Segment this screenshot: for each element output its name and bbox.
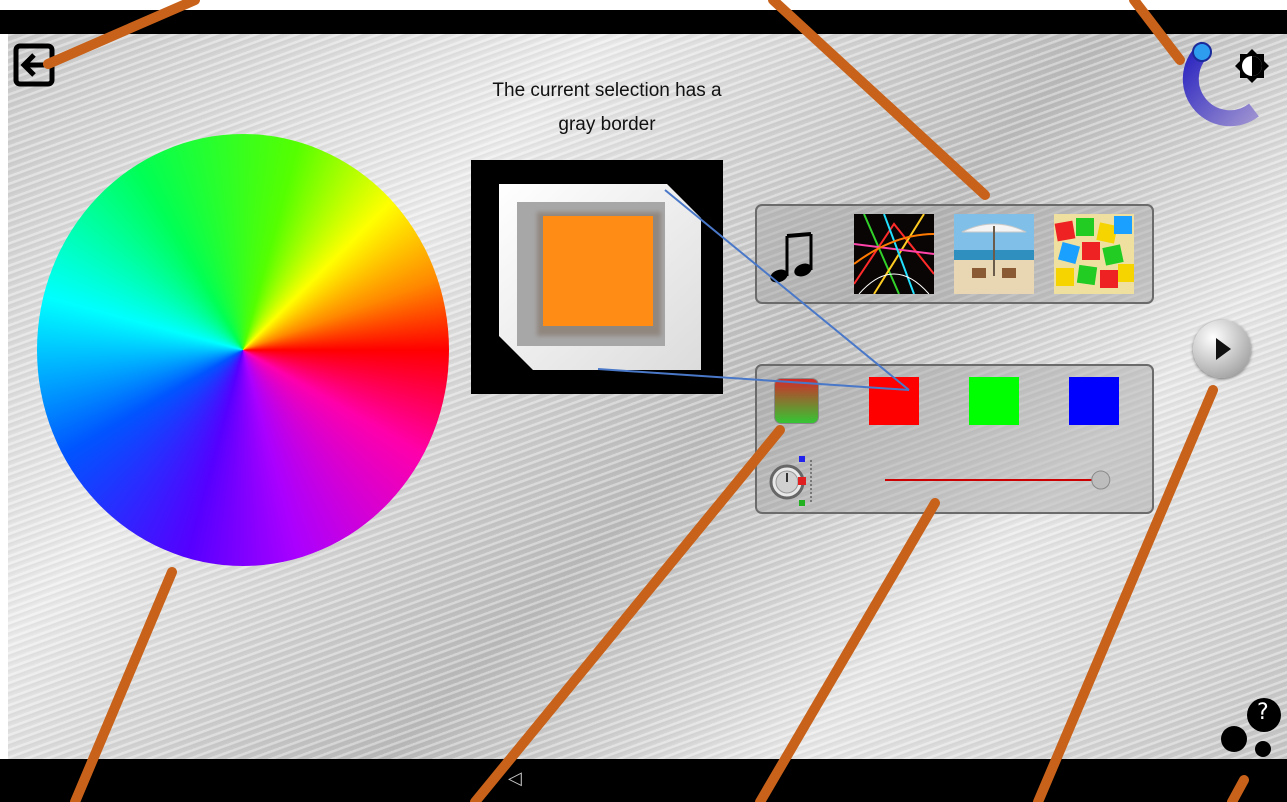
music-button[interactable] — [765, 224, 825, 288]
swatch-gradient[interactable] — [774, 378, 819, 424]
triangle-back-icon[interactable]: ◁ — [508, 768, 522, 789]
music-note-icon — [770, 232, 813, 283]
brightness-dial-icon — [1182, 41, 1269, 127]
status-bar — [0, 10, 1287, 34]
selection-zoom-preview — [471, 160, 723, 394]
stopwatch-icon — [769, 456, 812, 506]
color-panel — [755, 364, 1154, 514]
swatch-blue[interactable] — [1069, 377, 1119, 425]
media-panel — [755, 204, 1154, 304]
selection-caption: The current selection has a gray border — [492, 80, 722, 135]
next-button[interactable] — [1193, 320, 1251, 378]
brightness-control[interactable] — [1168, 38, 1286, 138]
help-bubbles-icon — [1221, 698, 1281, 757]
play-next-icon — [1216, 338, 1231, 360]
navigation-bar — [0, 759, 1287, 802]
help-glyph: ? — [1257, 700, 1269, 725]
help-button[interactable]: ? — [1219, 697, 1285, 761]
media-thumb-blocks[interactable] — [1054, 214, 1134, 294]
swatch-red[interactable] — [869, 377, 919, 425]
media-thumb-fireworks[interactable] — [854, 214, 934, 294]
timer-button[interactable] — [767, 452, 819, 508]
speed-slider[interactable] — [885, 468, 1115, 492]
swatch-green[interactable] — [969, 377, 1019, 425]
media-thumb-beach[interactable] — [954, 214, 1034, 294]
exit-button[interactable] — [13, 43, 59, 87]
exit-arrow-icon — [13, 43, 55, 87]
color-wheel[interactable] — [37, 134, 449, 566]
